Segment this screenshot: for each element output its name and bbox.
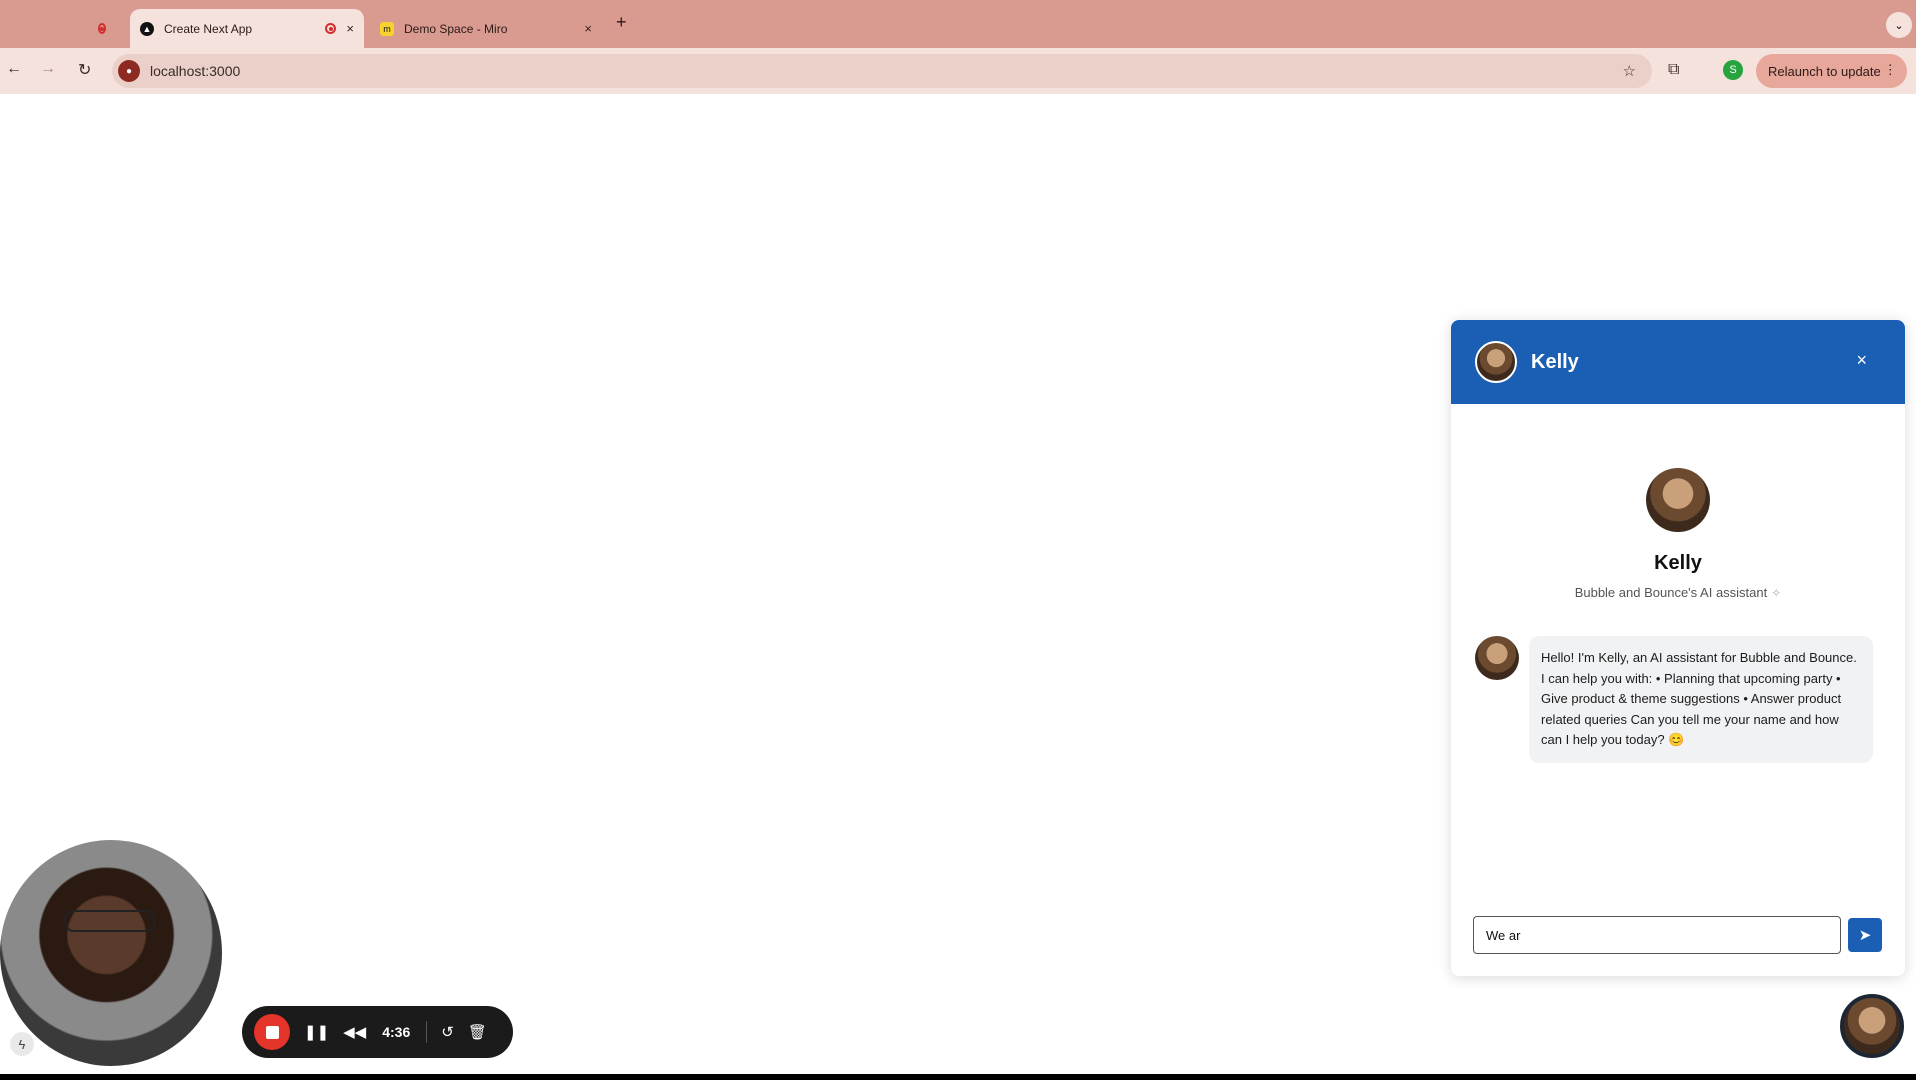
- relaunch-button[interactable]: Relaunch to update ⋮: [1756, 54, 1907, 88]
- recording-timer: 4:36: [382, 1024, 411, 1040]
- tab-search-button[interactable]: ⌄: [1886, 12, 1912, 38]
- chat-launcher-avatar[interactable]: [1840, 994, 1904, 1058]
- recording-site-icon: ●: [118, 60, 140, 82]
- relaunch-label: Relaunch to update: [1768, 63, 1881, 79]
- stop-recording-button[interactable]: [254, 1014, 290, 1050]
- restart-icon[interactable]: ↺: [441, 1023, 454, 1041]
- reload-button[interactable]: ↻: [78, 60, 91, 80]
- tab-demo-space-miro[interactable]: m Demo Space - Miro ×: [370, 9, 602, 48]
- extensions-puzzle-icon[interactable]: ⧉: [1668, 61, 1679, 79]
- tab-title: Demo Space - Miro: [404, 21, 508, 36]
- send-paper-plane-icon: ➤: [1858, 927, 1872, 944]
- agent-profile-name: Kelly: [1654, 552, 1702, 574]
- tab-close-icon[interactable]: ×: [346, 21, 354, 36]
- tab-close-icon[interactable]: ×: [584, 21, 592, 36]
- browser-tabstrip: ▲ Create Next App × m Demo Space - Miro …: [0, 0, 1916, 48]
- agent-profile: Kelly Bubble and Bounce's AI assistant ✧: [1451, 468, 1905, 600]
- chat-header-name: Kelly: [1531, 350, 1579, 373]
- url-text: localhost:3000: [150, 63, 241, 79]
- chat-message: Hello! I'm Kelly, an AI assistant for Bu…: [1475, 636, 1873, 763]
- webcam-feed: [64, 910, 156, 932]
- agent-profile-avatar: [1646, 468, 1710, 532]
- send-button[interactable]: ➤: [1848, 918, 1882, 952]
- chat-header: Kelly ×: [1451, 320, 1905, 404]
- miro-favicon-icon: m: [380, 21, 394, 36]
- stop-square-icon: [265, 1025, 279, 1039]
- nextjs-favicon-icon: ▲: [140, 21, 154, 36]
- subtitle-text: Bubble and Bounce's AI assistant: [1574, 585, 1768, 600]
- back-button[interactable]: ←: [6, 60, 22, 78]
- message-bubble: Hello! I'm Kelly, an AI assistant for Bu…: [1529, 636, 1873, 763]
- tab-create-next-app[interactable]: ▲ Create Next App ×: [130, 9, 364, 48]
- chat-composer: ➤: [1473, 916, 1882, 954]
- address-bar[interactable]: ● localhost:3000 ☆: [112, 54, 1652, 88]
- recording-dot-icon: [325, 23, 337, 34]
- chevron-down-icon: ⌄: [1894, 19, 1904, 32]
- ai-sparkle-icon: ✧: [1771, 586, 1782, 600]
- message-input[interactable]: [1473, 916, 1841, 954]
- chat-widget: Kelly × Kelly Bubble and Bounce's AI ass…: [1451, 320, 1905, 976]
- agent-profile-subtitle: Bubble and Bounce's AI assistant ✧: [1451, 585, 1905, 600]
- chat-close-button[interactable]: ×: [1856, 350, 1867, 371]
- rewind-icon[interactable]: ◀◀: [343, 1023, 366, 1041]
- pause-icon[interactable]: ❚❚: [304, 1023, 329, 1041]
- message-avatar: [1475, 636, 1519, 680]
- divider: [426, 1021, 428, 1043]
- profile-avatar[interactable]: S: [1723, 60, 1743, 80]
- kebab-menu-icon[interactable]: ⋮: [1884, 62, 1897, 78]
- lightning-bolt-icon[interactable]: ϟ: [10, 1032, 34, 1056]
- browser-toolbar: ← → ↻ ● localhost:3000 ☆ ⧉ S Relaunch to…: [0, 48, 1916, 94]
- bookmark-star-icon[interactable]: ☆: [1623, 62, 1636, 80]
- recording-dot-icon: [98, 23, 106, 34]
- tab-title: Create Next App: [164, 21, 253, 36]
- recording-controls: ❚❚ ◀◀ 4:36 ↺ 🗑: [242, 1006, 513, 1058]
- agent-avatar: [1475, 341, 1517, 383]
- forward-button[interactable]: →: [40, 60, 56, 78]
- trash-icon[interactable]: 🗑: [468, 1023, 487, 1041]
- webcam-bubble[interactable]: [0, 840, 222, 1066]
- new-tab-button[interactable]: +: [616, 12, 627, 33]
